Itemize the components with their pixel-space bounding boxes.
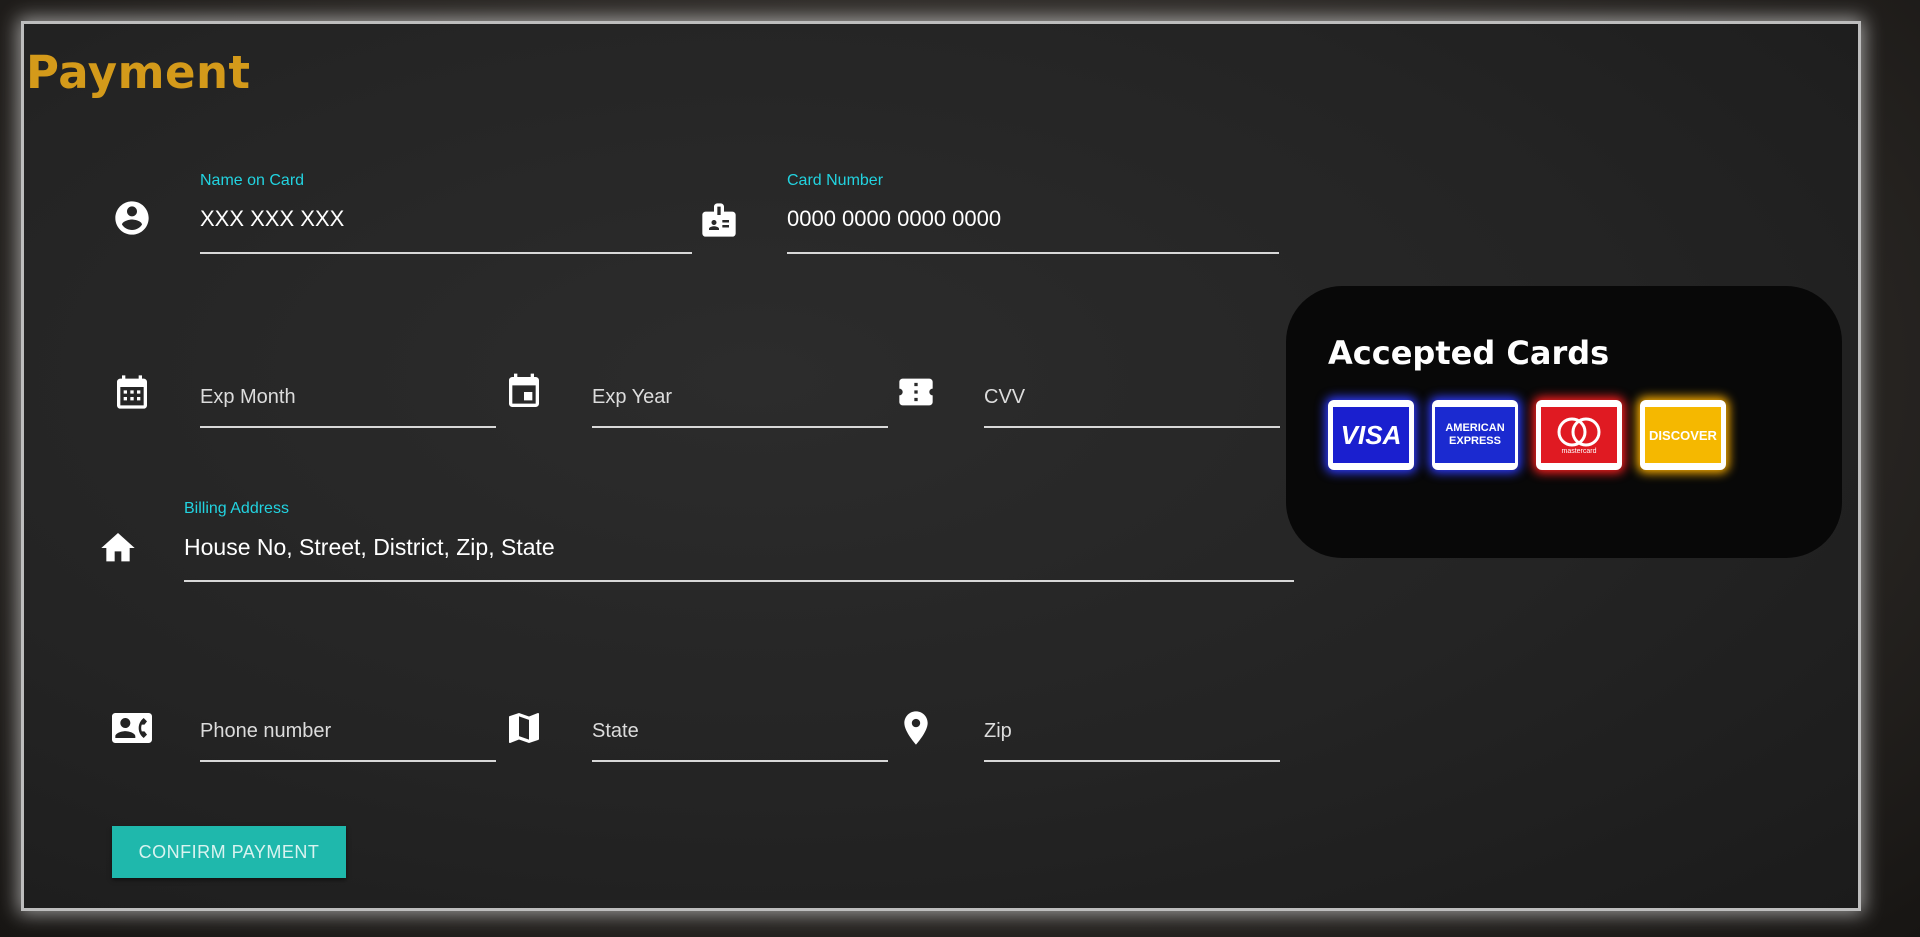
event-icon	[504, 372, 544, 412]
billing-address-label: Billing Address	[184, 500, 289, 517]
phone-number-field[interactable]: Phone number	[112, 688, 496, 764]
cvv-underline	[984, 426, 1280, 428]
name-on-card-label: Name on Card	[200, 172, 305, 189]
page-title: Payment	[26, 46, 251, 99]
badge-icon	[699, 200, 739, 240]
exp-year-field[interactable]: Exp Year	[504, 354, 888, 430]
exp-month-underline	[200, 426, 496, 428]
zip-underline	[984, 760, 1280, 762]
location-pin-icon	[896, 708, 936, 748]
state-underline	[592, 760, 888, 762]
mastercard-card-logo: mastercard	[1536, 400, 1622, 470]
card-number-label: Card Number	[787, 172, 884, 189]
confirm-payment-button[interactable]: CONFIRM PAYMENT	[112, 826, 346, 878]
map-icon	[504, 708, 544, 748]
state-field[interactable]: State	[504, 688, 888, 764]
zip-input[interactable]: Zip	[984, 720, 1012, 743]
visa-card-text: VISA	[1333, 407, 1409, 463]
zip-field[interactable]: Zip	[896, 688, 1280, 764]
name-on-card-field[interactable]: Name on Card XXX XXX XXX	[112, 170, 692, 256]
home-icon	[98, 528, 138, 568]
payment-panel: Payment Name on Card XXX XXX XXX Card Nu…	[24, 24, 1858, 908]
exp-month-field[interactable]: Exp Month	[112, 354, 496, 430]
phone-number-input[interactable]: Phone number	[200, 720, 331, 743]
amex-card-text: AMERICAN EXPRESS	[1435, 407, 1515, 463]
mastercard-circles-icon	[1557, 417, 1601, 446]
calendar-icon	[112, 372, 152, 412]
name-on-card-input[interactable]: XXX XXX XXX	[200, 206, 344, 232]
accepted-cards-title: Accepted Cards	[1328, 334, 1610, 372]
cvv-input[interactable]: CVV	[984, 386, 1025, 409]
account-circle-icon	[112, 198, 152, 238]
discover-card-text: DISCOVER	[1645, 407, 1721, 463]
card-number-field[interactable]: Card Number 0000 0000 0000 0000	[699, 170, 1279, 256]
billing-address-field[interactable]: Billing Address House No, Street, Distri…	[98, 488, 1298, 584]
state-input[interactable]: State	[592, 720, 639, 743]
accepted-cards-panel: Accepted Cards VISA AMERICAN EXPRESS mas…	[1286, 286, 1842, 558]
phone-number-underline	[200, 760, 496, 762]
discover-card-logo: DISCOVER	[1640, 400, 1726, 470]
exp-year-input[interactable]: Exp Year	[592, 386, 672, 409]
ticket-icon	[896, 372, 936, 412]
exp-year-underline	[592, 426, 888, 428]
card-number-underline	[787, 252, 1279, 254]
visa-card-logo: VISA	[1328, 400, 1414, 470]
amex-card-logo: AMERICAN EXPRESS	[1432, 400, 1518, 470]
billing-address-input[interactable]: House No, Street, District, Zip, State	[184, 534, 555, 561]
contact-phone-icon	[112, 708, 152, 748]
name-on-card-underline	[200, 252, 692, 254]
cvv-field[interactable]: CVV	[896, 354, 1280, 430]
exp-month-input[interactable]: Exp Month	[200, 386, 296, 409]
billing-address-underline	[184, 580, 1294, 582]
card-number-input[interactable]: 0000 0000 0000 0000	[787, 206, 1001, 232]
mastercard-card-text: mastercard	[1561, 447, 1597, 455]
